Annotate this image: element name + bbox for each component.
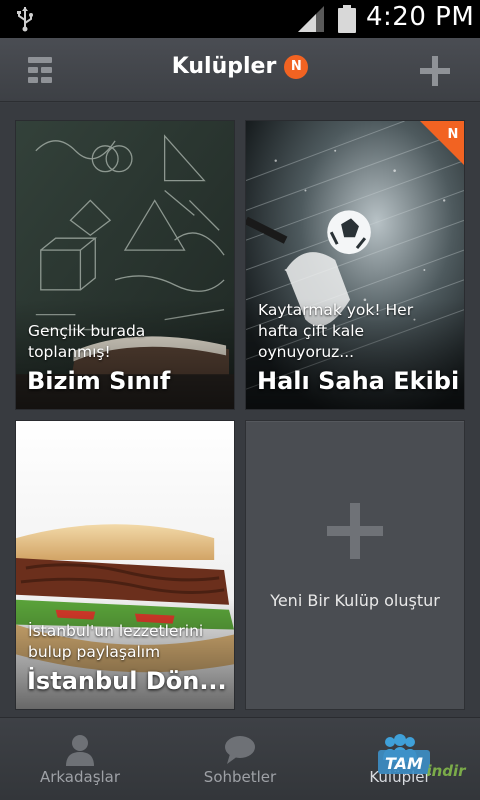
create-club-label: Yeni Bir Kulüp oluştur xyxy=(270,591,440,610)
club-description: Gençlik burada toplanmış! xyxy=(28,322,146,361)
new-badge: N xyxy=(284,54,309,79)
nav-label: Sohbetler xyxy=(203,768,277,786)
page-title: Kulüpler xyxy=(171,54,277,79)
signal-strength-icon xyxy=(298,6,324,32)
svg-text:N: N xyxy=(448,127,459,142)
header-title-group: Kulüpler N xyxy=(0,54,480,81)
chat-bubble-icon xyxy=(225,736,255,764)
club-name: Bizim Sınıf xyxy=(27,367,171,395)
add-club-icon[interactable] xyxy=(420,56,450,86)
status-clock: 4:20 PM xyxy=(366,2,475,32)
new-corner-badge: N xyxy=(420,121,464,165)
battery-icon xyxy=(338,5,356,33)
club-card[interactable]: N Kaytarmak yok! Her hafta çift kale oyn… xyxy=(245,120,465,410)
nav-tab-chats[interactable]: Sohbetler xyxy=(160,718,320,800)
club-description: İstanbul'un lezzetlerini bulup paylaşalı… xyxy=(28,622,204,661)
usb-icon xyxy=(17,7,33,32)
svg-text:TAM: TAM xyxy=(385,754,423,773)
nav-label: Arkadaşlar xyxy=(39,768,121,786)
nav-tab-friends[interactable]: Arkadaşlar xyxy=(0,718,160,800)
app-header: Kulüpler N xyxy=(0,38,480,102)
status-bar: 4:20 PM xyxy=(0,0,480,38)
clubs-grid: Gençlik burada toplanmış! Bizim Sınıf N … xyxy=(0,103,480,717)
create-club-card[interactable]: Yeni Bir Kulüp oluştur xyxy=(245,420,465,710)
watermark-logo: TAM indir xyxy=(378,750,467,780)
svg-text:indir: indir xyxy=(426,762,467,780)
club-description: Kaytarmak yok! Her hafta çift kale oynuy… xyxy=(258,301,414,361)
person-icon xyxy=(66,735,94,766)
club-name: İstanbul Dön... xyxy=(27,667,227,695)
club-card[interactable]: İstanbul'un lezzetlerini bulup paylaşalı… xyxy=(15,420,235,710)
club-name: Halı Saha Ekibi xyxy=(257,367,458,395)
plus-icon xyxy=(327,503,383,559)
club-card[interactable]: Gençlik burada toplanmış! Bizim Sınıf xyxy=(15,120,235,410)
